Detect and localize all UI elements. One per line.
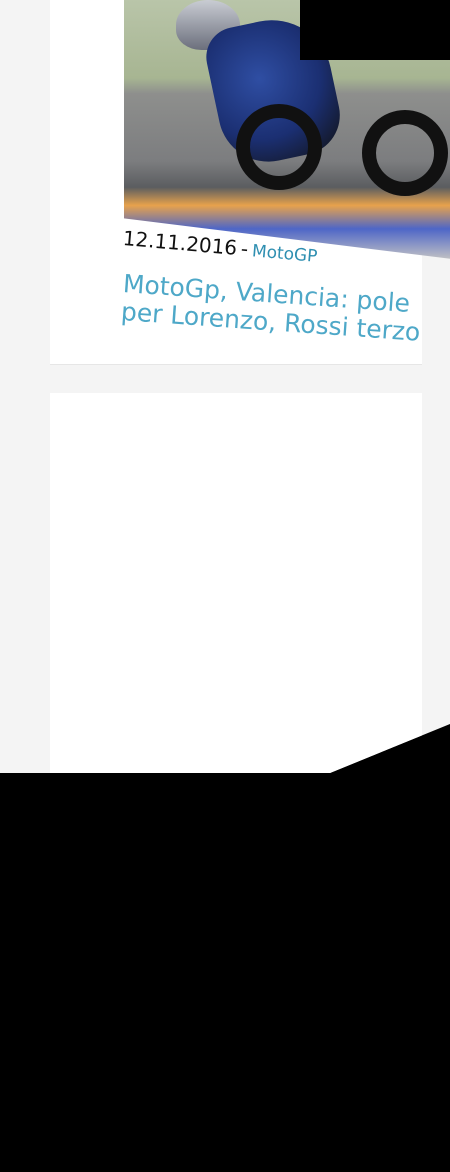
sponsor-banner xyxy=(130,874,430,982)
timing-board-brand: LONGINES xyxy=(279,806,433,828)
article-title-link[interactable]: MotoGp, Valencia: pole per Lorenzo, Ross… xyxy=(120,269,443,348)
sponsor-label: SÖLDEN xyxy=(164,974,228,996)
sponsor-banner-text: Kamen Zeitung xyxy=(184,821,333,901)
article-title-link[interactable]: Sci: Mikaela Shiffrin vince lo slalom di… xyxy=(124,1048,450,1171)
motorbike-front-wheel xyxy=(236,104,322,190)
skier-bib xyxy=(164,937,206,977)
motorbike-rear-wheel xyxy=(362,110,448,196)
skier xyxy=(154,919,218,1069)
meta-separator: - xyxy=(239,236,250,261)
timing-board-rank: 1 24.46 xyxy=(287,872,342,887)
timing-board-time: -0.19 xyxy=(287,852,327,867)
article-card[interactable]: LONGINES SHIFFRIN M. -0.19 1 24.46 Kamen… xyxy=(50,393,422,773)
timing-board: LONGINES SHIFFRIN M. -0.19 1 24.46 xyxy=(276,803,436,893)
sponsor-strip xyxy=(134,955,450,1017)
article-image-ski[interactable]: LONGINES SHIFFRIN M. -0.19 1 24.46 Kamen… xyxy=(124,799,450,1079)
article-meta: 12.11.2016-Altri Sport xyxy=(126,1033,342,1094)
crowd xyxy=(124,839,450,897)
screen: 12.11.2016- MotoGP MotoGp, Valencia: pole… xyxy=(0,0,450,773)
article-category-link[interactable]: Altri Sport xyxy=(254,1037,342,1072)
device-frame-corner xyxy=(300,0,450,60)
article-date: 12.11.2016 xyxy=(126,1050,243,1094)
timing-board-name: SHIFFRIN M. xyxy=(287,832,374,847)
article-category-link[interactable]: MotoGP xyxy=(251,241,318,267)
meta-separator: - xyxy=(242,1048,254,1074)
article-date: 12.11.2016 xyxy=(121,226,239,260)
